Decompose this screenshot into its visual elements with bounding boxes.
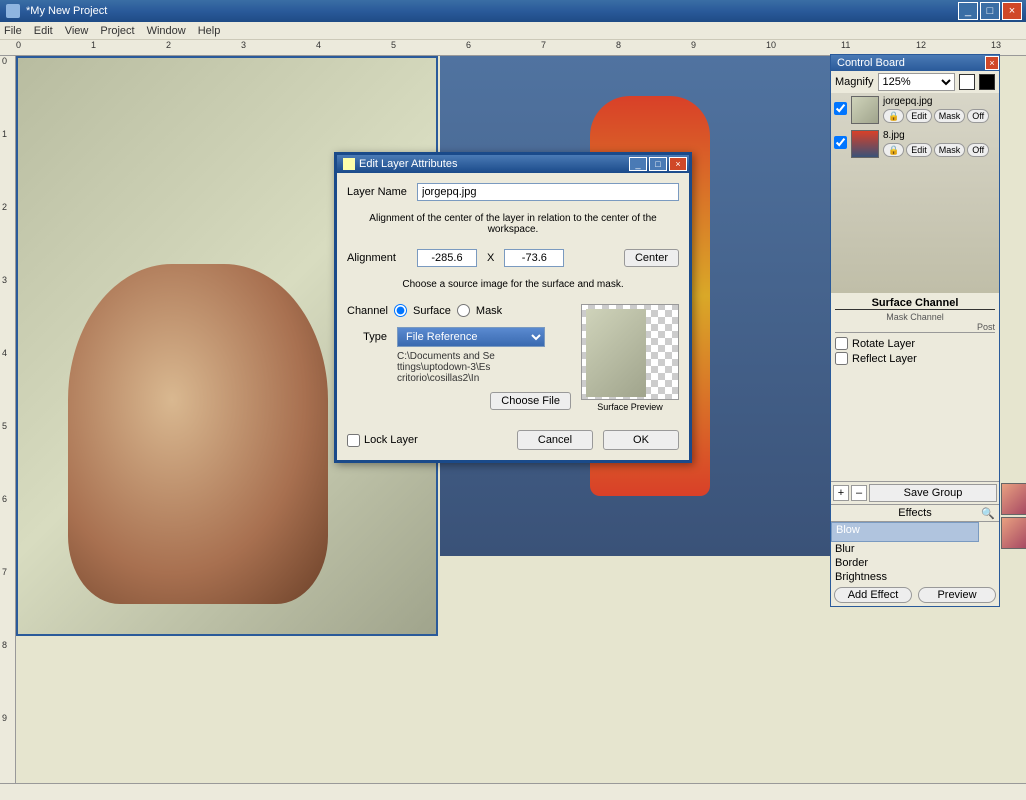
- dialog-close-button[interactable]: ×: [669, 157, 687, 171]
- surface-radio[interactable]: [394, 304, 407, 317]
- layer-lock-icon[interactable]: 🔒: [883, 143, 904, 157]
- layer-mask-button[interactable]: Mask: [934, 143, 966, 157]
- remove-layer-button[interactable]: –: [851, 485, 867, 501]
- effect-preview-thumbs: [1001, 483, 1026, 549]
- layer-edit-button[interactable]: Edit: [906, 109, 932, 123]
- alignment-x-separator: X: [487, 252, 494, 264]
- menu-window[interactable]: Window: [147, 25, 186, 37]
- control-board-title: Control Board: [837, 57, 905, 69]
- control-board-panel: Control Board × Magnify 125% jorgepq.jpg…: [830, 54, 1000, 607]
- layer-name: 8.jpg: [883, 130, 996, 141]
- reflect-layer-label: Reflect Layer: [852, 353, 917, 365]
- lock-layer-checkbox[interactable]: [347, 434, 360, 447]
- layer-off-button[interactable]: Off: [967, 143, 989, 157]
- effects-heading: Effects: [898, 507, 931, 519]
- add-effect-button[interactable]: Add Effect: [834, 587, 912, 603]
- alignment-y-input[interactable]: [504, 249, 564, 267]
- mask-radio[interactable]: [457, 304, 470, 317]
- file-path: C:\Documents and Settings\uptodown-3\Esc…: [347, 351, 495, 384]
- layer-thumbnail[interactable]: [851, 96, 879, 124]
- menu-edit[interactable]: Edit: [34, 25, 53, 37]
- surface-radio-label: Surface: [413, 305, 451, 317]
- alignment-x-input[interactable]: [417, 249, 477, 267]
- effect-thumb[interactable]: [1001, 483, 1026, 515]
- layer-lock-icon[interactable]: 🔒: [883, 109, 904, 123]
- rotate-layer-label: Rotate Layer: [852, 338, 915, 350]
- ruler-vertical: 012345678910: [0, 56, 16, 783]
- surface-preview-label: Surface Preview: [581, 402, 679, 412]
- save-group-button[interactable]: Save Group: [869, 484, 997, 502]
- color-swatch-white[interactable]: [959, 74, 975, 90]
- ok-button[interactable]: OK: [603, 430, 679, 450]
- window-close-button[interactable]: ×: [1002, 2, 1022, 20]
- alignment-hint: Alignment of the center of the layer in …: [347, 213, 679, 235]
- dialog-icon: [343, 158, 355, 170]
- dialog-maximize-button[interactable]: □: [649, 157, 667, 171]
- layer-name-input[interactable]: [417, 183, 679, 201]
- search-icon[interactable]: 🔍: [981, 507, 995, 520]
- window-title: *My New Project: [26, 5, 107, 17]
- reflect-layer-checkbox[interactable]: [835, 352, 848, 365]
- scrollbar-horizontal[interactable]: [0, 783, 1026, 800]
- window-maximize-button[interactable]: □: [980, 2, 1000, 20]
- layer-item[interactable]: jorgepq.jpg 🔒 Edit Mask Off: [831, 93, 999, 127]
- layer-name-label: Layer Name: [347, 186, 407, 198]
- channel-label: Channel: [347, 305, 388, 317]
- layer-list: jorgepq.jpg 🔒 Edit Mask Off 8.jpg 🔒 Edit…: [831, 93, 999, 293]
- source-hint: Choose a source image for the surface an…: [347, 279, 679, 290]
- control-board-close-icon[interactable]: ×: [985, 56, 999, 70]
- edit-layer-attributes-dialog: Edit Layer Attributes _ □ × Layer Name A…: [334, 152, 692, 463]
- surface-preview-thumb: [581, 304, 679, 400]
- menu-bar: File Edit View Project Window Help: [0, 22, 1026, 40]
- effect-item[interactable]: Blur: [831, 542, 999, 556]
- layer-edit-button[interactable]: Edit: [906, 143, 932, 157]
- mask-radio-label: Mask: [476, 305, 502, 317]
- type-label: Type: [347, 331, 387, 343]
- effect-item[interactable]: Border: [831, 556, 999, 570]
- magnify-label: Magnify: [835, 76, 874, 88]
- window-minimize-button[interactable]: _: [958, 2, 978, 20]
- menu-project[interactable]: Project: [100, 25, 134, 37]
- menu-file[interactable]: File: [4, 25, 22, 37]
- layer-thumbnail[interactable]: [851, 130, 879, 158]
- lock-layer-label: Lock Layer: [364, 434, 418, 446]
- cancel-button[interactable]: Cancel: [517, 430, 593, 450]
- menu-view[interactable]: View: [65, 25, 89, 37]
- magnify-select[interactable]: 125%: [878, 73, 955, 91]
- post-label: Post: [835, 322, 995, 333]
- layer-off-button[interactable]: Off: [967, 109, 989, 123]
- effect-item[interactable]: Blow: [831, 522, 979, 542]
- mask-channel-tab[interactable]: Mask Channel: [835, 312, 995, 322]
- dialog-minimize-button[interactable]: _: [629, 157, 647, 171]
- alignment-label: Alignment: [347, 252, 407, 264]
- add-layer-button[interactable]: +: [833, 485, 849, 501]
- app-icon: [6, 4, 20, 18]
- layer-name: jorgepq.jpg: [883, 96, 996, 107]
- preview-effect-button[interactable]: Preview: [918, 587, 996, 603]
- choose-file-button[interactable]: Choose File: [490, 392, 571, 410]
- layer-visibility-checkbox[interactable]: [834, 136, 847, 149]
- window-titlebar: *My New Project _ □ ×: [0, 0, 1026, 22]
- color-swatch-black[interactable]: [979, 74, 995, 90]
- effect-item[interactable]: Brightness: [831, 570, 999, 584]
- dialog-title: Edit Layer Attributes: [359, 158, 457, 170]
- effects-list[interactable]: Blow Blur Border Brightness Brightness (…: [831, 522, 999, 584]
- layer-visibility-checkbox[interactable]: [834, 102, 847, 115]
- effect-thumb[interactable]: [1001, 517, 1026, 549]
- type-select[interactable]: File Reference: [397, 327, 545, 347]
- menu-help[interactable]: Help: [198, 25, 221, 37]
- center-button[interactable]: Center: [624, 249, 679, 267]
- layer-item[interactable]: 8.jpg 🔒 Edit Mask Off: [831, 127, 999, 161]
- rotate-layer-checkbox[interactable]: [835, 337, 848, 350]
- layer-mask-button[interactable]: Mask: [934, 109, 966, 123]
- surface-channel-tab[interactable]: Surface Channel: [835, 297, 995, 310]
